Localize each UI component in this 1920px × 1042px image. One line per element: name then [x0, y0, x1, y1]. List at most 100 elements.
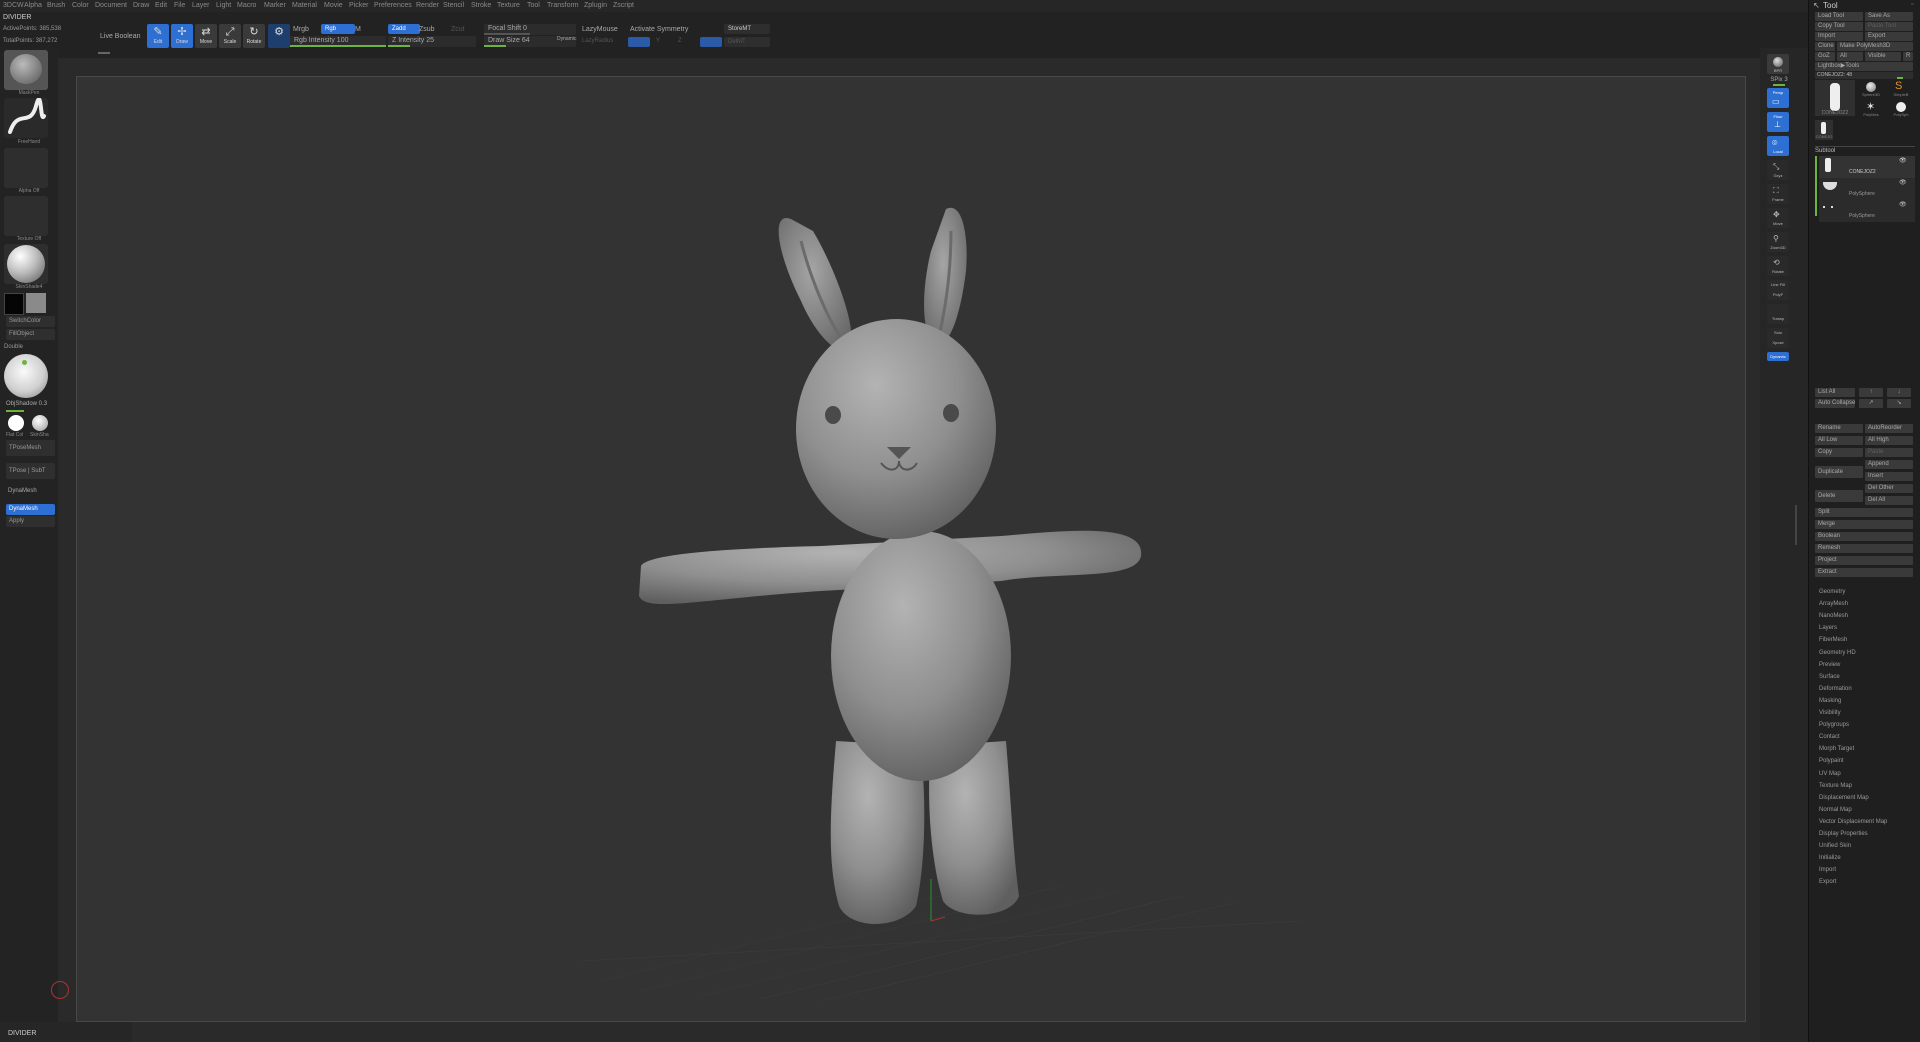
bpr-button[interactable]: BPR — [1767, 54, 1789, 74]
menu-item-document[interactable]: Document — [95, 2, 127, 9]
local-button[interactable]: ⌾ Local — [1767, 136, 1789, 156]
menu-item-zplugin[interactable]: Zplugin — [584, 2, 607, 9]
menu-item-color[interactable]: Color — [72, 2, 89, 9]
delmt-button[interactable]: DelMT — [724, 37, 770, 47]
frame-button[interactable]: ⛶ Frame — [1767, 184, 1789, 204]
subtool-header[interactable]: Subtool — [1815, 148, 1835, 154]
subtool-item[interactable]: PolySphere 👁 — [1819, 178, 1915, 200]
goz-r-button[interactable]: R — [1903, 52, 1913, 61]
mrgb-button[interactable]: Mrgb — [293, 26, 309, 33]
tool-thumb-conejo-small[interactable]: CONEJO — [1815, 120, 1833, 140]
symmetry-x-button[interactable]: X — [628, 37, 650, 47]
switch-color-button[interactable]: SwitchColor — [6, 316, 55, 327]
split-section[interactable]: Split — [1815, 508, 1913, 517]
move-up-button[interactable]: ↗ — [1859, 399, 1883, 408]
tool-section-item[interactable]: Export — [1819, 879, 1836, 885]
fill-object-button[interactable]: FillObject — [6, 329, 55, 340]
save-as-button[interactable]: Save As — [1865, 12, 1913, 21]
tool-section-item[interactable]: Initialize — [1819, 855, 1841, 861]
lazyradius-slider[interactable]: LazyRadius — [582, 38, 613, 44]
scale-mode-button[interactable]: ⤢ Scale — [219, 24, 241, 48]
tool-section-item[interactable]: NanoMesh — [1819, 613, 1848, 619]
floor-button[interactable]: Floor ⊥ — [1767, 112, 1789, 132]
gxyz-button[interactable]: ⤡ Gxyz — [1767, 160, 1789, 180]
rotate-view-button[interactable]: ⟲ Rotate — [1767, 256, 1789, 276]
menu-item-picker[interactable]: Picker — [349, 2, 368, 9]
append-button[interactable]: Append — [1865, 460, 1913, 469]
menu-item-movie[interactable]: Movie — [324, 2, 343, 9]
arrow-up-button[interactable]: ↑ — [1859, 388, 1883, 397]
load-tool-button[interactable]: Load Tool — [1815, 12, 1863, 21]
rgb-button[interactable]: Rgb — [321, 24, 355, 34]
move-mode-button[interactable]: ⇄ Move — [195, 24, 217, 48]
focal-shift-slider[interactable]: Focal Shift 0 — [484, 24, 576, 35]
tool-section-item[interactable]: Surface — [1819, 674, 1840, 680]
tool-section-item[interactable]: Deformation — [1819, 686, 1852, 692]
export-button[interactable]: Export — [1865, 32, 1913, 41]
tool-section-item[interactable]: Contact — [1819, 734, 1840, 740]
main-color-swatch[interactable] — [4, 293, 24, 315]
list-all-button[interactable]: List All — [1815, 388, 1855, 397]
subtool-item[interactable]: CONEJOZ2 👁 — [1819, 156, 1915, 178]
subtool-scrollbar[interactable] — [1815, 156, 1817, 216]
project-section[interactable]: Project — [1815, 556, 1913, 565]
goz-visible-button[interactable]: Visible — [1865, 52, 1901, 61]
menu-item-light[interactable]: Light — [216, 2, 231, 9]
arrow-down-button[interactable]: ↓ — [1887, 388, 1911, 397]
light-position-dot[interactable] — [22, 360, 27, 365]
rgb-intensity-slider[interactable]: Rgb Intensity 100 — [290, 36, 386, 47]
menu-item-zscript[interactable]: Zscript — [613, 2, 634, 9]
tool-section-item[interactable]: Visibility — [1819, 710, 1841, 716]
skin-shade-material-icon[interactable] — [32, 415, 48, 431]
secondary-color-swatch[interactable] — [26, 293, 46, 313]
move-down-button[interactable]: ↘ — [1887, 399, 1911, 408]
import-button[interactable]: Import — [1815, 32, 1863, 41]
tool-section-item[interactable]: UV Map — [1819, 771, 1841, 777]
auto-collapse-button[interactable]: Auto Collapse — [1815, 399, 1855, 408]
menu-item-transform[interactable]: Transform — [547, 2, 579, 9]
rename-button[interactable]: Rename — [1815, 424, 1863, 433]
alpha-thumbnail[interactable] — [4, 148, 48, 188]
menu-item-edit[interactable]: Edit — [155, 2, 167, 9]
z-intensity-slider[interactable]: Z Intensity 25 — [388, 36, 476, 47]
draw-mode-button[interactable]: ✢ Draw — [171, 24, 193, 48]
tool-thumb-simplebrush[interactable]: S SimpleB — [1887, 80, 1915, 98]
tool-thumb-polymesh[interactable]: ✶ PolyMes — [1857, 100, 1885, 118]
del-all-button[interactable]: Del All — [1865, 496, 1913, 505]
menu-item-texture[interactable]: Texture — [497, 2, 520, 9]
gizmo-button[interactable]: ⚙ — [268, 24, 290, 48]
subtool-eye-icon[interactable]: 👁 — [1899, 201, 1907, 208]
light-sphere[interactable] — [4, 354, 48, 398]
dynamic-toggle[interactable]: Dynamic — [557, 36, 576, 42]
material-thumbnail[interactable] — [4, 244, 48, 284]
toolbar-grip[interactable] — [98, 52, 110, 54]
move-view-button[interactable]: Move ✥ — [1767, 208, 1789, 228]
tool-section-item[interactable]: Normal Map — [1819, 807, 1852, 813]
double-label[interactable]: Double — [4, 344, 23, 350]
subtool-eye-icon[interactable]: 👁 — [1899, 179, 1907, 186]
zoom3d-button[interactable]: ⚲ Zoom3D — [1767, 232, 1789, 252]
copy-button[interactable]: Copy — [1815, 448, 1863, 457]
texture-thumbnail[interactable] — [4, 196, 48, 236]
insert-button[interactable]: Insert — [1865, 472, 1913, 481]
subtool-eye-icon[interactable]: 👁 — [1899, 157, 1907, 164]
all-high-button[interactable]: All High — [1865, 436, 1913, 445]
menu-item-material[interactable]: Material — [292, 2, 317, 9]
panel-splitter[interactable] — [1795, 505, 1797, 545]
brush-thumbnail[interactable] — [4, 50, 48, 90]
menu-item-brush[interactable]: Brush — [47, 2, 65, 9]
tool-section-item[interactable]: Displacement Map — [1819, 795, 1869, 801]
symmetry-r-button[interactable] — [700, 37, 722, 47]
menu-item-tool[interactable]: Tool — [527, 2, 540, 9]
zadd-button[interactable]: Zadd — [388, 24, 420, 34]
menu-item-macro[interactable]: Macro — [237, 2, 256, 9]
spix-slider[interactable]: SPix 3 — [1764, 77, 1794, 83]
tool-section-item[interactable]: Unified Skin — [1819, 843, 1851, 849]
solo-button[interactable]: Solo Xpose — [1767, 328, 1789, 348]
stroke-thumbnail[interactable] — [4, 98, 48, 138]
menu-item-file[interactable]: File — [174, 2, 185, 9]
tool-section-item[interactable]: Polypaint — [1819, 758, 1844, 764]
obj-shadow-slider[interactable]: ObjShadow 0.3 — [6, 401, 47, 407]
tpose-subt-button[interactable]: TPose | SubT — [6, 463, 55, 479]
tool-thumb-polysphere[interactable]: PolySph — [1887, 100, 1915, 118]
